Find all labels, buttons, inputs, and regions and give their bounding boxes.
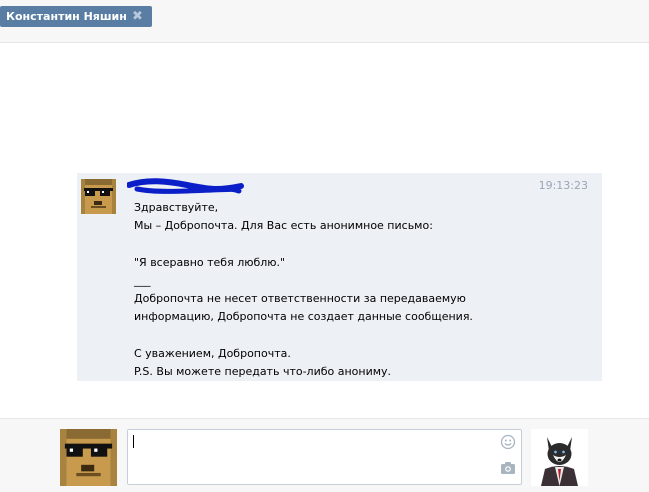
- message-line: [134, 235, 574, 253]
- message-line: P.S. Вы можете передать что-либо анониму…: [134, 364, 392, 378]
- message-input[interactable]: [132, 432, 492, 478]
- message-line: Мы – Добропочта. Для Вас есть анонимное …: [134, 219, 433, 233]
- message-composer[interactable]: [127, 429, 522, 485]
- chat-tab[interactable]: Константин Няшин ✖: [0, 6, 152, 27]
- message-line: Добропочта не несет ответственности за п…: [134, 292, 466, 305]
- smile-icon[interactable]: [500, 434, 516, 450]
- top-bar: Константин Няшин ✖: [0, 0, 649, 43]
- message-line: С уважением, Добропочта.: [134, 346, 291, 360]
- sender-name-redacted[interactable]: [127, 177, 245, 197]
- composer-bar: [0, 418, 649, 492]
- message-time[interactable]: 19:13:23: [539, 179, 588, 192]
- my-avatar[interactable]: [60, 429, 117, 486]
- message: 19:13:23 Здравствуйте, Мы – Добропочта. …: [77, 173, 602, 381]
- sender-avatar[interactable]: [81, 179, 116, 214]
- peer-avatar[interactable]: [531, 429, 588, 486]
- chat-tab-name[interactable]: Константин Няшин: [6, 10, 127, 23]
- message-line: Здравствуйте,: [134, 201, 219, 214]
- message-text: Здравствуйте, Мы – Добропочта. Для Вас е…: [134, 199, 574, 381]
- close-x-icon[interactable]: ✖: [131, 10, 144, 23]
- message-line: информацию, Добропочта не создает данные…: [134, 310, 473, 324]
- message-line: "Я всеравно тебя люблю.": [134, 255, 286, 269]
- message-line: ___: [134, 273, 151, 287]
- text-cursor: [133, 435, 134, 448]
- message-line: [134, 326, 574, 344]
- camera-icon[interactable]: [500, 461, 516, 475]
